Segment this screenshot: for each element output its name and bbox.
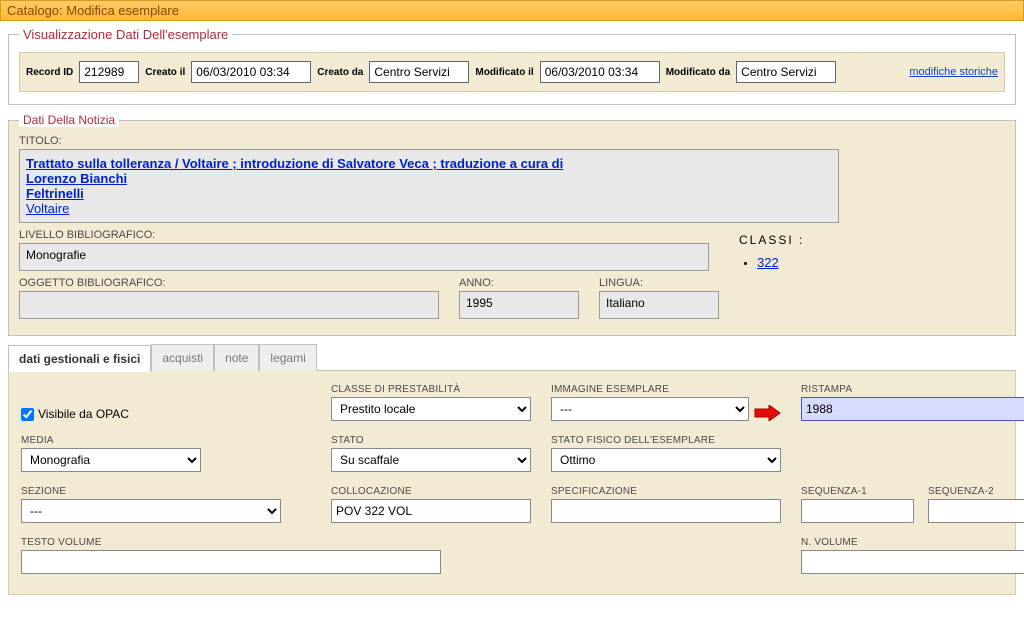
classi-link[interactable]: 322 xyxy=(757,255,779,270)
tab-border xyxy=(317,370,1016,371)
seq1-label: SEQUENZA-1 xyxy=(801,486,914,497)
title-link-line2[interactable]: Lorenzo Bianchi xyxy=(26,171,127,186)
ristampa-input[interactable] xyxy=(801,397,1024,421)
tab-legami[interactable]: legami xyxy=(259,344,316,371)
window-title: Catalogo: Modifica esemplare xyxy=(7,3,179,18)
titolo-box: Trattato sulla tolleranza / Voltaire ; i… xyxy=(19,149,839,223)
tab-acquisti[interactable]: acquisti xyxy=(151,344,214,371)
ristampa-label: RISTAMPA xyxy=(801,384,1024,395)
classe-prest-select[interactable]: Prestito locale xyxy=(331,397,531,421)
classi-block: CLASSI : 322 xyxy=(739,233,1005,270)
collocazione-label: COLLOCAZIONE xyxy=(331,486,531,497)
modified-by-value: Centro Servizi xyxy=(736,61,836,83)
sezione-select[interactable]: --- xyxy=(21,499,281,523)
lingua-label: LINGUA: xyxy=(599,277,719,289)
n-vol-input[interactable] xyxy=(801,550,1024,574)
form-grid: Visibile da OPAC CLASSE DI PRESTABILITÀ … xyxy=(21,384,1003,574)
tab-strip: dati gestionali e fisici acquisti note l… xyxy=(8,344,1016,371)
main-fieldset: Visualizzazione Dati Dell'esemplare Reco… xyxy=(8,27,1016,105)
record-id-value: 212989 xyxy=(79,61,139,83)
classe-prest-label: CLASSE DI PRESTABILITÀ xyxy=(331,384,531,395)
author-link[interactable]: Voltaire xyxy=(26,201,69,216)
anno-label: ANNO: xyxy=(459,277,579,289)
tab-note[interactable]: note xyxy=(214,344,259,371)
lingua-value: Italiano xyxy=(599,291,719,319)
visible-opac-label: Visibile da OPAC xyxy=(38,407,129,421)
title-link-line1[interactable]: Trattato sulla tolleranza / Voltaire ; i… xyxy=(26,156,563,171)
created-by-label: Creato da xyxy=(317,67,363,78)
page-body: Visualizzazione Dati Dell'esemplare Reco… xyxy=(0,21,1024,605)
modified-value: 06/03/2010 03:34 xyxy=(540,61,660,83)
anno-value: 1995 xyxy=(459,291,579,319)
img-label: IMMAGINE ESEMPLARE xyxy=(551,384,749,395)
img-select[interactable]: --- xyxy=(551,397,749,421)
window-title-bar: Catalogo: Modifica esemplare xyxy=(0,0,1024,21)
titolo-row: TITOLO: Trattato sulla tolleranza / Volt… xyxy=(19,135,1005,223)
arrow-icon xyxy=(753,405,781,421)
seq1-input[interactable] xyxy=(801,499,914,523)
publisher-link[interactable]: Feltrinelli xyxy=(26,186,84,201)
notizia-legend: Dati Della Notizia xyxy=(19,113,119,127)
media-select[interactable]: Monografia xyxy=(21,448,201,472)
specificazione-input[interactable] xyxy=(551,499,781,523)
modified-by-label: Modificato da xyxy=(666,67,730,78)
livello-label: LIVELLO BIBLIOGRAFICO: xyxy=(19,229,719,241)
record-id-label: Record ID xyxy=(26,67,73,78)
main-legend: Visualizzazione Dati Dell'esemplare xyxy=(19,27,232,42)
media-label: MEDIA xyxy=(21,435,311,446)
notizia-wrapper: Dati Della Notizia TITOLO: Trattato sull… xyxy=(8,113,1016,336)
livello-value: Monografie xyxy=(19,243,709,271)
titolo-label: TITOLO: xyxy=(19,135,1005,147)
stato-fisico-select[interactable]: Ottimo xyxy=(551,448,781,472)
sezione-label: SEZIONE xyxy=(21,486,311,497)
created-label: Creato il xyxy=(145,67,185,78)
collocazione-input[interactable] xyxy=(331,499,531,523)
specificazione-label: SPECIFICAZIONE xyxy=(551,486,781,497)
n-vol-label: N. VOLUME xyxy=(801,537,1024,548)
tab-dati-gestionali[interactable]: dati gestionali e fisici xyxy=(8,345,151,372)
visible-opac-row: Visibile da OPAC xyxy=(21,407,311,421)
classi-label: CLASSI : xyxy=(739,233,1005,247)
notizia-cols: LIVELLO BIBLIOGRAFICO: Monografie OGGETT… xyxy=(19,229,1005,325)
visible-opac-checkbox[interactable] xyxy=(21,408,34,421)
stato-fisico-label: STATO FISICO DELL'ESEMPLARE xyxy=(551,435,781,446)
tab-content: Visibile da OPAC CLASSE DI PRESTABILITÀ … xyxy=(8,370,1016,595)
meta-bar: Record ID 212989 Creato il 06/03/2010 03… xyxy=(19,52,1005,92)
testo-vol-input[interactable] xyxy=(21,550,441,574)
modified-label: Modificato il xyxy=(475,67,533,78)
stato-label: STATO xyxy=(331,435,531,446)
created-by-value: Centro Servizi xyxy=(369,61,469,83)
stato-select[interactable]: Su scaffale xyxy=(331,448,531,472)
notizia-fieldset: Dati Della Notizia TITOLO: Trattato sull… xyxy=(8,113,1016,336)
testo-vol-label: TESTO VOLUME xyxy=(21,537,531,548)
seq2-input[interactable] xyxy=(928,499,1024,523)
oggetto-label: OGGETTO BIBLIOGRAFICO: xyxy=(19,277,439,289)
seq2-label: SEQUENZA-2 xyxy=(928,486,1024,497)
historic-changes-link[interactable]: modifiche storiche xyxy=(909,66,998,78)
created-value: 06/03/2010 03:34 xyxy=(191,61,311,83)
oggetto-value xyxy=(19,291,439,319)
